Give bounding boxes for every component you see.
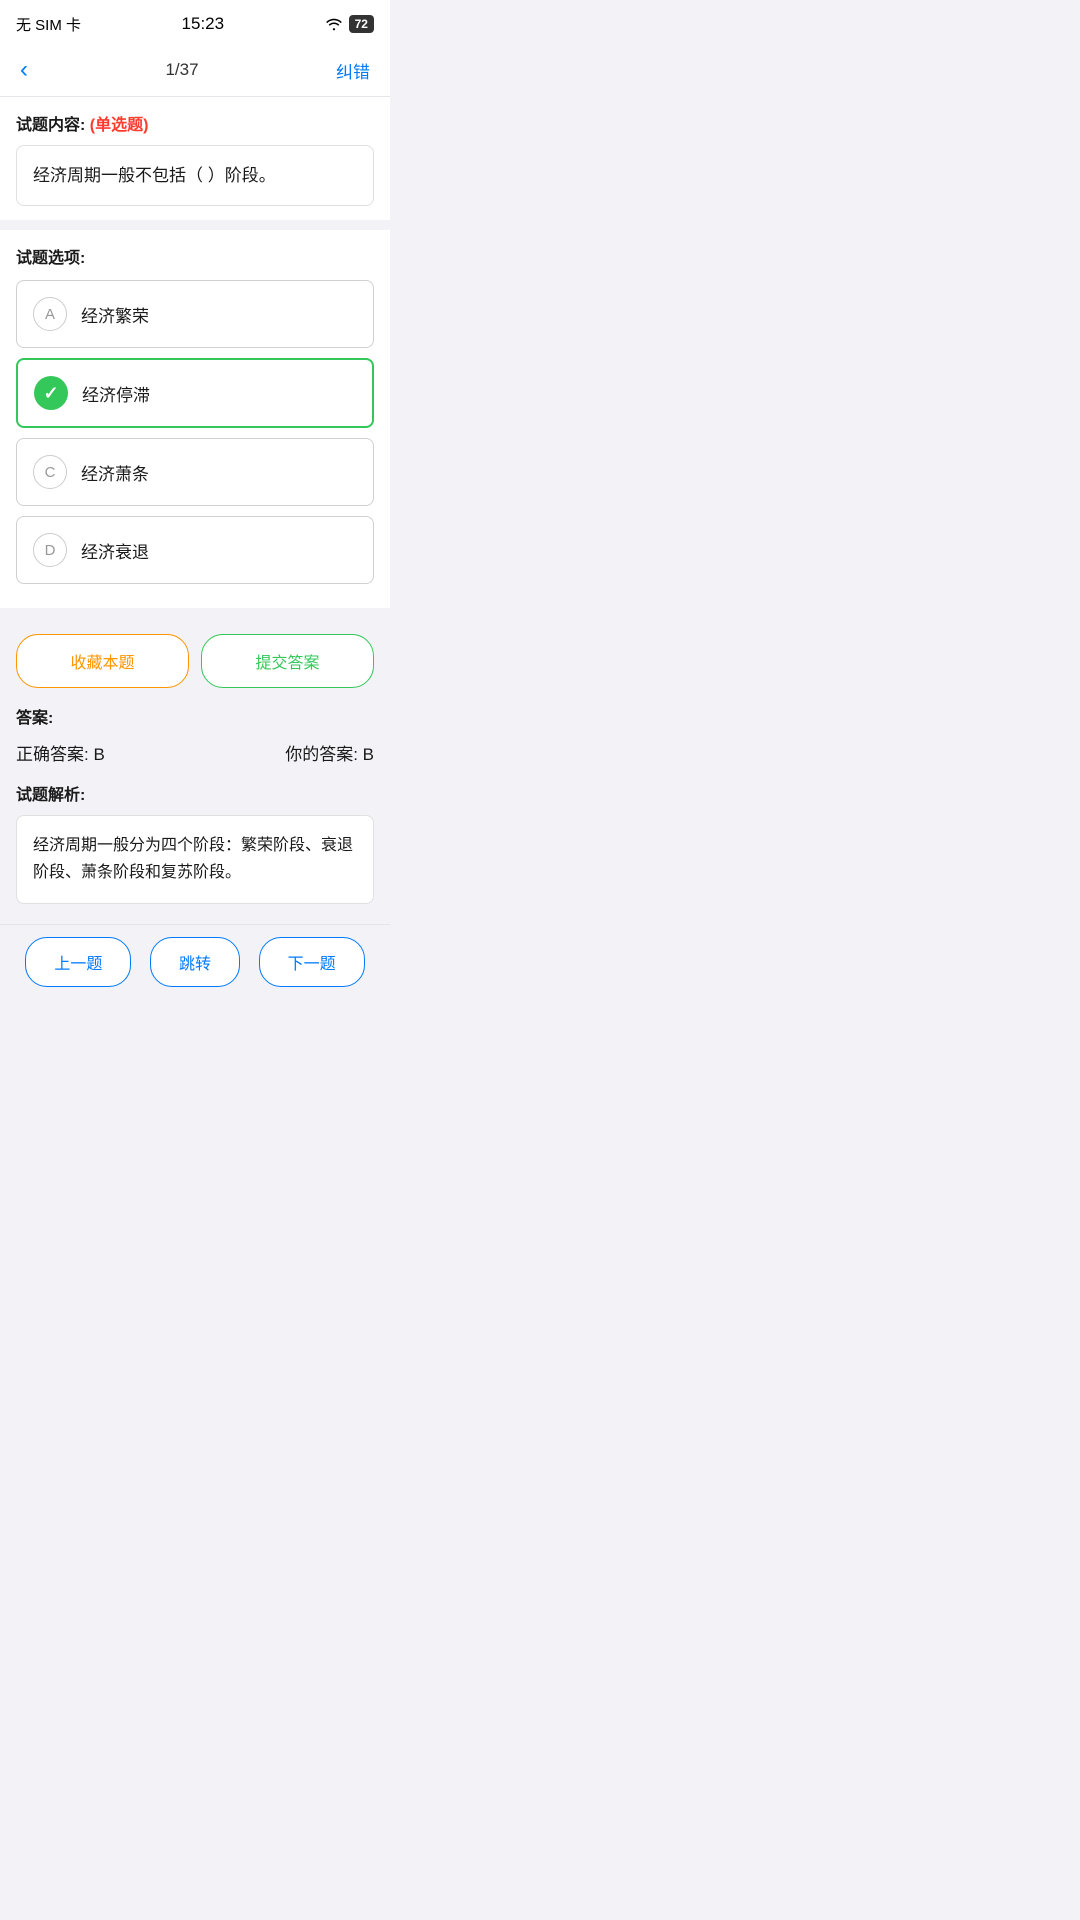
answer-section: 答案: 正确答案: B 你的答案: B 试题解析: 经济周期一般分为四个阶段：繁… xyxy=(0,704,390,913)
question-section: 试题内容: (单选题) 经济周期一般不包括（ ）阶段。 xyxy=(0,97,390,220)
option-a[interactable]: A 经济繁荣 xyxy=(16,280,374,348)
collect-button[interactable]: 收藏本题 xyxy=(16,634,189,688)
wifi-icon xyxy=(325,17,343,31)
options-section: 试题选项: A 经济繁荣 ✓ 经济停滞 C 经济萧条 D xyxy=(0,230,390,608)
options-label: 试题选项: xyxy=(16,244,374,268)
status-right-icons: 72 xyxy=(325,15,374,33)
nav-bar: ‹ 1/37 纠错 xyxy=(0,44,390,97)
back-button[interactable]: ‹ xyxy=(20,56,28,84)
bottom-nav: 上一题 跳转 下一题 xyxy=(0,924,390,1007)
option-a-circle: A xyxy=(33,297,67,331)
option-c[interactable]: C 经济萧条 xyxy=(16,438,374,506)
question-label: 试题内容: (单选题) xyxy=(16,111,374,135)
option-b-text: 经济停滞 xyxy=(82,381,150,406)
next-button[interactable]: 下一题 xyxy=(259,937,365,987)
jump-button[interactable]: 跳转 xyxy=(150,937,240,987)
prev-button[interactable]: 上一题 xyxy=(25,937,131,987)
correction-button[interactable]: 纠错 xyxy=(336,58,370,83)
action-section: 收藏本题 提交答案 xyxy=(0,618,390,704)
main-content: 试题内容: (单选题) 经济周期一般不包括（ ）阶段。 试题选项: A 经济繁荣… xyxy=(0,97,390,914)
option-d[interactable]: D 经济衰退 xyxy=(16,516,374,584)
option-b[interactable]: ✓ 经济停滞 xyxy=(16,358,374,428)
option-a-text: 经济繁荣 xyxy=(81,302,149,327)
progress-label: 1/37 xyxy=(165,60,198,80)
option-d-circle: D xyxy=(33,533,67,567)
option-c-circle: C xyxy=(33,455,67,489)
option-c-text: 经济萧条 xyxy=(81,460,149,485)
my-answer: 你的答案: B xyxy=(285,740,374,765)
submit-button[interactable]: 提交答案 xyxy=(201,634,374,688)
option-b-circle: ✓ xyxy=(34,376,68,410)
correct-answer: 正确答案: B xyxy=(16,740,105,765)
carrier-label: 无 SIM 卡 xyxy=(16,14,81,35)
time-label: 15:23 xyxy=(182,14,225,34)
analysis-label: 试题解析: xyxy=(16,781,374,805)
status-bar: 无 SIM 卡 15:23 72 xyxy=(0,0,390,44)
battery-label: 72 xyxy=(349,15,374,33)
question-text: 经济周期一般不包括（ ）阶段。 xyxy=(16,145,374,206)
answer-label: 答案: xyxy=(16,704,374,728)
question-type-badge: (单选题) xyxy=(90,117,149,134)
analysis-text: 经济周期一般分为四个阶段：繁荣阶段、衰退阶段、萧条阶段和复苏阶段。 xyxy=(16,815,374,903)
answer-row: 正确答案: B 你的答案: B xyxy=(16,740,374,765)
option-d-text: 经济衰退 xyxy=(81,538,149,563)
